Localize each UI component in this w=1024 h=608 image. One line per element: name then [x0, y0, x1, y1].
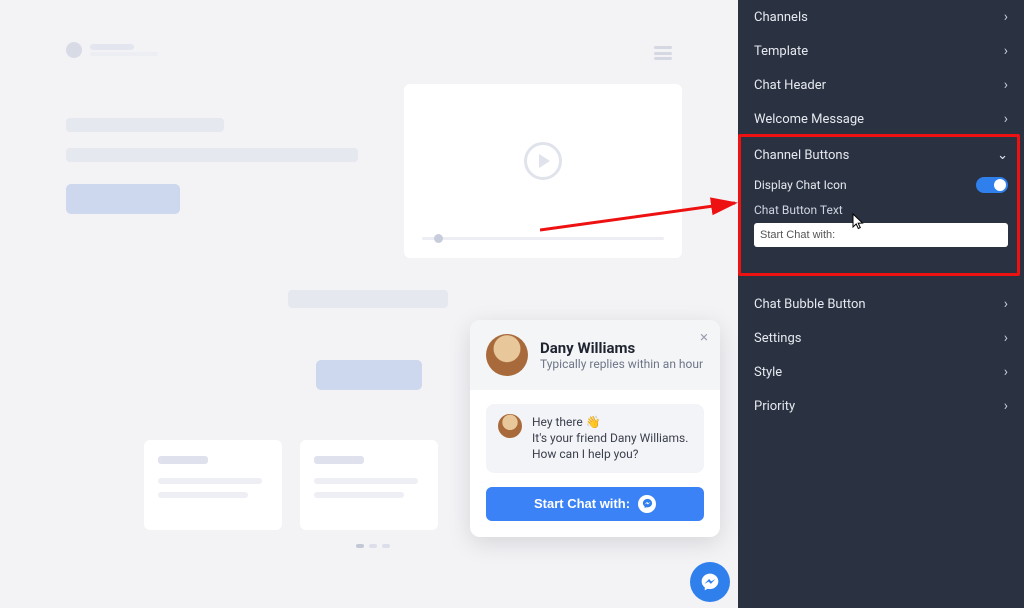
- cursor-icon: [852, 213, 866, 235]
- close-icon[interactable]: ×: [700, 330, 708, 345]
- sidebar-item-settings[interactable]: Settings ›: [738, 321, 1024, 355]
- chevron-right-icon: ›: [1004, 398, 1008, 414]
- sidebar-item-priority[interactable]: Priority ›: [738, 389, 1024, 423]
- greeting-line: Hey there 👋: [532, 414, 692, 430]
- wf-subheading-placeholder: [66, 148, 358, 162]
- hamburger-icon: [654, 46, 672, 60]
- chevron-right-icon: ›: [1004, 330, 1008, 346]
- welcome-message: Hey there 👋 It's your friend Dany Willia…: [486, 404, 704, 473]
- sidebar-item-style[interactable]: Style ›: [738, 355, 1024, 389]
- chat-header: × Dany Williams Typically replies within…: [470, 320, 720, 390]
- chevron-right-icon: ›: [1004, 43, 1008, 59]
- chevron-right-icon: ›: [1004, 111, 1008, 127]
- chat-widget: × Dany Williams Typically replies within…: [470, 320, 720, 537]
- wf-carousel-dots: [356, 544, 390, 548]
- sidebar-item-template[interactable]: Template ›: [738, 34, 1024, 68]
- greeting-line: It's your friend Dany Williams. How can …: [532, 430, 692, 462]
- wf-cta-placeholder: [66, 184, 180, 214]
- sidebar-item-chat-bubble-button[interactable]: Chat Bubble Button ›: [738, 287, 1024, 321]
- sidebar-item-label: Channels: [754, 10, 808, 25]
- wf-logo: [66, 42, 158, 58]
- sidebar-section-channel-buttons: Channel Buttons ⌄ Display Chat Icon Chat…: [738, 136, 1024, 267]
- wf-text-placeholder: [288, 290, 448, 308]
- chat-button-text-label: Chat Button Text: [754, 203, 1008, 217]
- agent-avatar-small: [498, 414, 522, 438]
- messenger-icon: [700, 572, 720, 592]
- chat-launcher-button[interactable]: [690, 562, 730, 602]
- sidebar-item-label: Template: [754, 44, 808, 59]
- chevron-right-icon: ›: [1004, 364, 1008, 380]
- chevron-right-icon: ›: [1004, 296, 1008, 312]
- agent-avatar: [486, 334, 528, 376]
- settings-sidebar: Channels › Template › Chat Header › Welc…: [738, 0, 1024, 608]
- chevron-down-icon[interactable]: ⌄: [997, 148, 1008, 163]
- chevron-right-icon: ›: [1004, 9, 1008, 25]
- sidebar-item-label: Welcome Message: [754, 112, 864, 127]
- messenger-icon: [638, 495, 656, 513]
- wf-video-placeholder: [404, 84, 682, 258]
- display-chat-icon-label: Display Chat Icon: [754, 178, 847, 192]
- chevron-right-icon: ›: [1004, 77, 1008, 93]
- agent-name: Dany Williams: [540, 339, 703, 357]
- reply-hint: Typically replies within an hour: [540, 357, 703, 371]
- sidebar-item-label: Settings: [754, 331, 801, 346]
- section-title: Channel Buttons: [754, 148, 849, 163]
- start-chat-label: Start Chat with:: [534, 496, 630, 511]
- sidebar-item-label: Chat Bubble Button: [754, 297, 866, 312]
- sidebar-item-label: Style: [754, 365, 782, 380]
- display-chat-icon-toggle[interactable]: [976, 177, 1008, 193]
- wf-card: [144, 440, 282, 530]
- sidebar-item-chat-header[interactable]: Chat Header ›: [738, 68, 1024, 102]
- wf-card: [300, 440, 438, 530]
- wf-button-placeholder: [316, 360, 422, 390]
- sidebar-item-label: Chat Header: [754, 78, 826, 93]
- sidebar-item-welcome-message[interactable]: Welcome Message ›: [738, 102, 1024, 136]
- start-chat-button[interactable]: Start Chat with:: [486, 487, 704, 521]
- preview-canvas: × Dany Williams Typically replies within…: [0, 0, 738, 608]
- sidebar-item-channels[interactable]: Channels ›: [738, 0, 1024, 34]
- sidebar-item-label: Priority: [754, 399, 795, 414]
- chat-button-text-input[interactable]: [754, 223, 1008, 247]
- play-icon: [524, 142, 562, 180]
- wf-heading-placeholder: [66, 118, 224, 132]
